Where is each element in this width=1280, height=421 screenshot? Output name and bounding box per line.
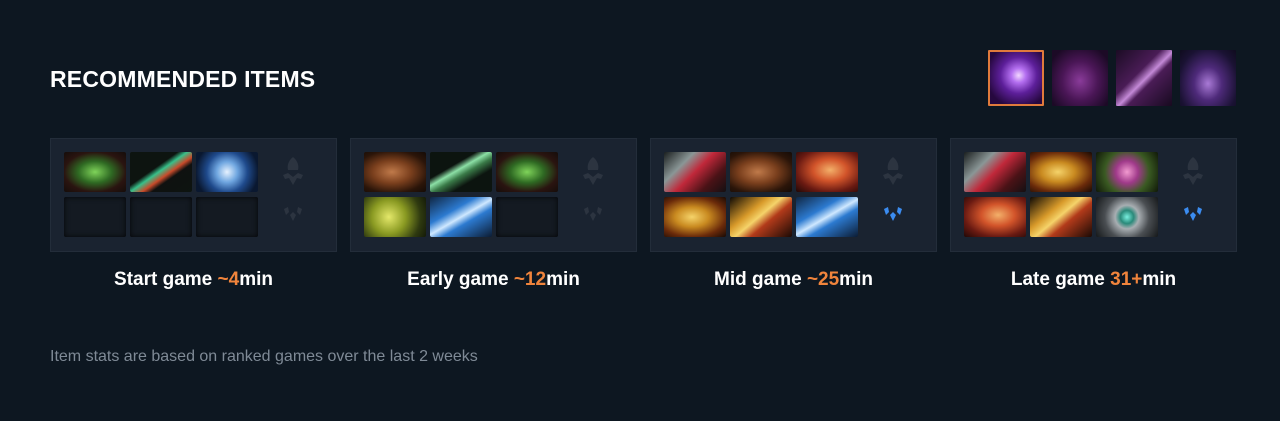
neutral-item-slot-icon xyxy=(1183,157,1203,185)
empty-item-slot xyxy=(130,197,192,237)
red-tipped-wand-item-icon[interactable] xyxy=(130,152,192,192)
neutral-item-slot-icon xyxy=(583,157,603,185)
neutral-gem-slot-icon xyxy=(284,207,302,221)
section-title: RECOMMENDED ITEMS xyxy=(50,66,316,92)
stage-time: ~12 xyxy=(513,269,547,290)
blue-orb-item-icon[interactable] xyxy=(196,152,258,192)
stage-time-unit: min xyxy=(239,269,273,290)
stage-label-text: Mid game xyxy=(714,269,807,290)
stage-mid-game: Mid game ~25min xyxy=(650,138,937,291)
stage-time-unit: min xyxy=(1142,269,1177,290)
stage-label-text: Start game xyxy=(114,269,218,290)
neutral-gem-slot-icon xyxy=(584,207,602,221)
empty-item-slot xyxy=(496,197,558,237)
green-mantle-item-icon[interactable] xyxy=(496,152,558,192)
red-spear-item-icon[interactable] xyxy=(964,152,1026,192)
mask-ability-icon[interactable] xyxy=(1052,50,1108,106)
stage-time: 31+ xyxy=(1110,269,1143,290)
neutral-item-slot-icon xyxy=(883,157,903,185)
silver-eye-item-icon[interactable] xyxy=(1096,197,1158,237)
empty-item-slot xyxy=(64,197,126,237)
item-panel xyxy=(950,138,1237,252)
stage-label-text: Late game xyxy=(1010,269,1111,290)
gold-staff-item-icon[interactable] xyxy=(1030,197,1092,237)
red-axe-item-icon[interactable] xyxy=(796,152,858,192)
starstorm-ability-icon[interactable] xyxy=(988,50,1044,106)
ability-selector xyxy=(988,50,1236,106)
item-panel xyxy=(350,138,637,252)
empty-item-slot xyxy=(196,197,258,237)
gold-staff-item-icon[interactable] xyxy=(730,197,792,237)
neutral-gem-icon[interactable] xyxy=(879,203,907,225)
gold-helm-item-icon[interactable] xyxy=(664,197,726,237)
footnote: Item stats are based on ranked games ove… xyxy=(50,348,478,365)
red-axe-item-icon[interactable] xyxy=(964,197,1026,237)
stage-label: Late game 31+min xyxy=(950,269,1237,291)
neutral-item-slot-icon xyxy=(283,157,303,185)
item-build-stages: Start game ~4min Early game ~12min Mid g… xyxy=(50,138,1237,291)
brown-boots-item-icon[interactable] xyxy=(730,152,792,192)
stage-time-unit: min xyxy=(546,269,580,290)
stage-label: Early game ~12min xyxy=(350,269,637,291)
blue-sword-item-icon[interactable] xyxy=(430,197,492,237)
green-mantle-item-icon[interactable] xyxy=(64,152,126,192)
stage-late-game: Late game 31+min xyxy=(950,138,1237,291)
stage-time: ~4 xyxy=(217,269,240,290)
stage-label-text: Early game xyxy=(407,269,514,290)
stage-start-game: Start game ~4min xyxy=(50,138,337,291)
neutral-gem-icon[interactable] xyxy=(1179,203,1207,225)
stage-label: Mid game ~25min xyxy=(650,269,937,291)
red-spear-item-icon[interactable] xyxy=(664,152,726,192)
item-panel xyxy=(50,138,337,252)
stage-label: Start game ~4min xyxy=(50,269,337,291)
green-staff-item-icon[interactable] xyxy=(430,152,492,192)
stage-time-unit: min xyxy=(839,269,873,290)
stage-early-game: Early game ~12min xyxy=(350,138,637,291)
circle-aura-ability-icon[interactable] xyxy=(1180,50,1236,106)
purple-orb-item-icon[interactable] xyxy=(1096,152,1158,192)
streak-ability-icon[interactable] xyxy=(1116,50,1172,106)
yellow-wheel-item-icon[interactable] xyxy=(364,197,426,237)
blue-sword-item-icon[interactable] xyxy=(796,197,858,237)
stage-time: ~25 xyxy=(806,269,840,290)
item-panel xyxy=(650,138,937,252)
brown-boots-item-icon[interactable] xyxy=(364,152,426,192)
gold-helm-item-icon[interactable] xyxy=(1030,152,1092,192)
